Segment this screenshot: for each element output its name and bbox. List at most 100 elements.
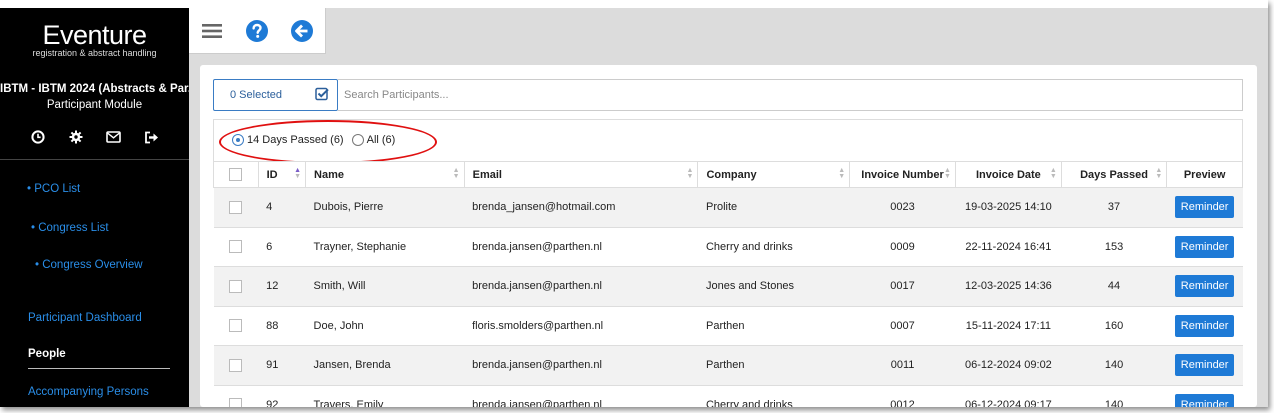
- cell-invoice-date: 15-11-2024 17:11: [955, 305, 1062, 346]
- cell-company: Parthen: [697, 345, 850, 386]
- sidebar-item-congress-list[interactable]: • Congress List: [31, 222, 109, 234]
- reminder-button[interactable]: Reminder: [1174, 275, 1235, 298]
- table-row[interactable]: 12 Smith, Will brenda.jansen@parthen.nl …: [213, 266, 1243, 307]
- cell-name: Trayner, Stephanie: [305, 226, 465, 267]
- table-row[interactable]: 4 Dubois, Pierre brenda_jansen@hotmail.c…: [213, 187, 1243, 228]
- filter-radio-14-days[interactable]: [232, 134, 244, 146]
- app-window: Eventure registration & abstract handlin…: [0, 0, 1268, 407]
- clock-icon[interactable]: [28, 127, 48, 147]
- top-bar: [189, 8, 1268, 62]
- gear-icon[interactable]: [66, 127, 86, 147]
- filter-radio-all[interactable]: [351, 134, 364, 146]
- sort-icon: ▲ ▼: [1155, 167, 1163, 180]
- cell-name: Smith, Will: [305, 266, 465, 307]
- logo-title: Eventure: [42, 20, 147, 50]
- sort-icon: ▲ ▼: [1049, 167, 1057, 180]
- row-checkbox-cell: [213, 187, 259, 228]
- column-header-company[interactable]: Company ▲ ▼: [697, 161, 851, 188]
- reminder-button[interactable]: Reminder: [1174, 354, 1235, 377]
- selection-dropdown[interactable]: 0 Selected: [213, 79, 338, 111]
- column-label: Company: [706, 168, 757, 181]
- sidebar-item-accompanying-persons[interactable]: Accompanying Persons: [28, 386, 149, 398]
- sort-icon: ▲ ▼: [944, 167, 951, 180]
- cell-preview: Reminder: [1166, 345, 1243, 386]
- cell-days-passed: 140: [1061, 384, 1167, 407]
- sidebar-item-congress-overview[interactable]: • Congress Overview: [35, 259, 143, 271]
- cell-preview: Reminder: [1166, 266, 1243, 307]
- reminder-button[interactable]: Reminder: [1174, 196, 1235, 219]
- filter-row: 14 Days Passed (6) All (6): [213, 119, 1243, 164]
- reminder-button[interactable]: Reminder: [1174, 235, 1235, 258]
- cell-invoice-date: 06-12-2024 09:02: [955, 345, 1062, 386]
- table-row[interactable]: 92 Travers, Emily brenda.jansen@parthen.…: [213, 384, 1243, 407]
- row-checkbox[interactable]: [229, 279, 243, 293]
- cell-invoice-number: 0007: [849, 305, 956, 346]
- column-header-id[interactable]: ID ▲ ▼: [257, 161, 307, 188]
- cell-preview: Reminder: [1166, 187, 1243, 228]
- cell-days-passed: 37: [1061, 187, 1167, 228]
- participants-panel: 0 Selected 14 Days Passed (6) All (6): [200, 65, 1257, 407]
- table-row[interactable]: 91 Jansen, Brenda brenda.jansen@parthen.…: [213, 345, 1243, 386]
- row-checkbox[interactable]: [229, 200, 243, 214]
- cell-days-passed: 44: [1061, 266, 1167, 307]
- row-checkbox-cell: [213, 226, 259, 267]
- sidebar-item-people[interactable]: People: [28, 348, 66, 360]
- envelope-icon[interactable]: [104, 127, 124, 147]
- cell-id: 88: [258, 305, 306, 346]
- table-row[interactable]: 6 Trayner, Stephanie brenda.jansen@parth…: [213, 226, 1243, 267]
- filter-radio-group: 14 Days Passed (6) All (6): [232, 134, 403, 146]
- column-header-invoice-number[interactable]: Invoice Number ▲ ▼: [849, 161, 956, 188]
- main-content: 0 Selected 14 Days Passed (6) All (6): [189, 62, 1268, 407]
- cell-invoice-number: 0009: [849, 226, 956, 267]
- column-label: ID: [266, 168, 278, 181]
- help-icon[interactable]: [234, 8, 279, 54]
- filter-label-all[interactable]: All (6): [367, 134, 396, 146]
- column-label: Preview: [1183, 168, 1226, 181]
- cell-name: Travers, Emily: [305, 384, 465, 407]
- cell-company: Parthen: [697, 305, 850, 346]
- table-row[interactable]: 88 Doe, John floris.smolders@parthen.nl …: [213, 305, 1243, 346]
- back-icon[interactable]: [279, 8, 324, 54]
- cell-preview: Reminder: [1166, 305, 1243, 346]
- row-checkbox[interactable]: [229, 398, 243, 407]
- column-label: Days Passed: [1080, 168, 1148, 181]
- column-label: Invoice Number: [861, 168, 944, 181]
- checkbox-check-icon[interactable]: [315, 87, 329, 104]
- column-header-email[interactable]: Email ▲ ▼: [463, 161, 699, 188]
- sidebar-item-pco-list[interactable]: • PCO List: [27, 183, 80, 195]
- sidebar: Eventure registration & abstract handlin…: [0, 8, 189, 407]
- column-label: Name: [314, 168, 344, 181]
- column-header-days-passed[interactable]: Days Passed ▲ ▼: [1060, 161, 1168, 188]
- cell-invoice-number: 0011: [849, 345, 956, 386]
- logo-subtitle: registration & abstract handling: [32, 48, 157, 58]
- cell-id: 12: [258, 266, 306, 307]
- logout-icon[interactable]: [142, 127, 162, 147]
- cell-name: Dubois, Pierre: [305, 187, 465, 228]
- cell-company: Cherry and drinks: [697, 384, 850, 407]
- filter-label-14-days[interactable]: 14 Days Passed (6): [247, 134, 344, 146]
- cell-name: Jansen, Brenda: [305, 345, 465, 386]
- sidebar-item-participant-dashboard[interactable]: Participant Dashboard: [28, 312, 142, 324]
- search-input[interactable]: [338, 79, 1243, 111]
- cell-email: floris.smolders@parthen.nl: [464, 305, 698, 346]
- row-checkbox[interactable]: [229, 319, 243, 333]
- sort-icon: ▲ ▼: [686, 167, 694, 180]
- reminder-button[interactable]: Reminder: [1174, 393, 1235, 407]
- sort-icon: ▲ ▼: [838, 167, 846, 180]
- menu-icon[interactable]: [189, 8, 234, 54]
- sidebar-divider: [0, 159, 189, 160]
- column-header-invoice-date[interactable]: Invoice Date ▲ ▼: [954, 161, 1062, 188]
- row-checkbox[interactable]: [229, 358, 243, 372]
- cell-preview: Reminder: [1166, 384, 1243, 407]
- column-header-name[interactable]: Name ▲ ▼: [305, 161, 465, 188]
- row-checkbox[interactable]: [229, 240, 243, 254]
- reminder-button[interactable]: Reminder: [1174, 314, 1235, 337]
- cell-id: 4: [258, 187, 306, 228]
- cell-name: Doe, John: [305, 305, 465, 346]
- row-checkbox-cell: [213, 305, 259, 346]
- sort-icon: ▲ ▼: [452, 167, 460, 180]
- cell-invoice-number: 0023: [849, 187, 956, 228]
- sort-icon: ▲ ▼: [294, 167, 302, 180]
- participants-table: ID ▲ ▼ Name ▲ ▼ Email ▲ ▼ Company ▲ ▼ Invoice Nu…: [213, 161, 1243, 407]
- select-all-checkbox[interactable]: [229, 168, 243, 181]
